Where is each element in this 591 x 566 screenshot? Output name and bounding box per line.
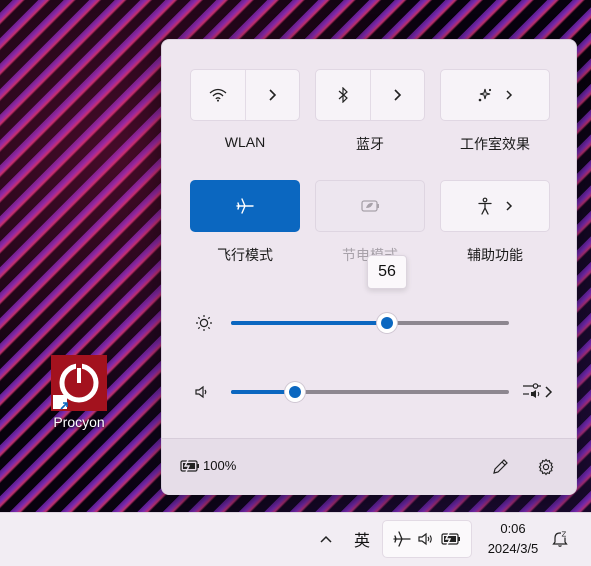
brightness-slider-thumb[interactable] xyxy=(376,313,397,333)
taskbar-clock[interactable]: 0:06 2024/3/5 xyxy=(478,519,548,559)
brightness-slider[interactable] xyxy=(231,313,509,333)
clock-time: 0:06 xyxy=(500,521,526,536)
shortcut-arrow-icon xyxy=(53,395,68,410)
taskbar: 英 0:06 2024/3/5 Z xyxy=(0,512,591,566)
brightness-value-tooltip: 56 xyxy=(367,255,407,289)
volume-slider-thumb[interactable] xyxy=(284,382,305,402)
wlan-toggle[interactable] xyxy=(191,70,245,120)
wifi-icon xyxy=(209,88,227,102)
tile-bluetooth[interactable] xyxy=(315,69,425,121)
tile-label-bluetooth: 蓝牙 xyxy=(356,136,384,152)
battery-percent[interactable]: 100% xyxy=(203,458,236,473)
speaker-icon xyxy=(418,532,432,546)
tile-accessibility[interactable] xyxy=(440,180,550,232)
studio-effects-icon xyxy=(478,88,492,102)
bluetooth-toggle[interactable] xyxy=(316,70,370,120)
speaker-icon[interactable] xyxy=(192,382,212,402)
tile-label-studio-effects: 工作室效果 xyxy=(460,136,530,152)
accessibility-icon xyxy=(478,197,492,215)
volume-slider-row xyxy=(162,380,576,404)
settings-button[interactable] xyxy=(534,455,558,479)
airplane-icon xyxy=(236,198,254,214)
chevron-right-icon xyxy=(269,89,277,101)
gear-icon xyxy=(538,458,554,476)
wlan-expand-button[interactable] xyxy=(244,70,300,120)
tile-battery-saver[interactable] xyxy=(315,180,425,232)
input-method-indicator[interactable]: 英 xyxy=(348,525,376,553)
audio-output-button[interactable] xyxy=(520,380,554,404)
tile-label-airplane-mode: 飞行模式 xyxy=(217,247,273,263)
quick-settings-panel: WLAN 蓝牙 工作室效果 飞行模式 节电模式 xyxy=(161,39,577,495)
chevron-up-icon xyxy=(320,535,332,543)
battery-icon xyxy=(178,457,202,475)
tile-airplane-mode[interactable] xyxy=(190,180,300,232)
chevron-right-icon xyxy=(394,89,402,101)
brightness-slider-row xyxy=(162,311,576,335)
battery-saver-icon xyxy=(361,200,379,212)
svg-text:Z: Z xyxy=(562,531,567,539)
bluetooth-icon xyxy=(338,87,348,103)
clock-date: 2024/3/5 xyxy=(487,541,539,556)
pencil-icon xyxy=(493,459,508,474)
bluetooth-expand-button[interactable] xyxy=(369,70,425,120)
quick-settings-footer: 100% xyxy=(162,438,576,495)
volume-slider[interactable] xyxy=(231,382,509,402)
audio-output-icon xyxy=(523,383,553,398)
tile-wlan[interactable] xyxy=(190,69,300,121)
system-tray-quick-settings[interactable] xyxy=(382,520,472,558)
brightness-slider-fill xyxy=(231,321,387,325)
desktop-icon-procyon[interactable]: Procyon xyxy=(44,355,114,430)
tile-studio-effects[interactable] xyxy=(440,69,550,121)
desktop-icon-label: Procyon xyxy=(53,414,105,430)
chevron-right-icon xyxy=(506,90,513,100)
chevron-right-icon xyxy=(506,201,513,211)
procyon-app-icon xyxy=(51,355,107,411)
edit-button[interactable] xyxy=(488,455,512,479)
tile-label-accessibility: 辅助功能 xyxy=(467,247,523,263)
show-hidden-icons-button[interactable] xyxy=(312,525,340,553)
notification-bell-icon: Z xyxy=(552,530,569,547)
battery-icon xyxy=(441,532,461,546)
brightness-icon xyxy=(194,313,214,333)
airplane-icon xyxy=(393,531,411,547)
tile-label-wlan: WLAN xyxy=(224,134,266,150)
notification-center-button[interactable]: Z xyxy=(548,527,572,551)
